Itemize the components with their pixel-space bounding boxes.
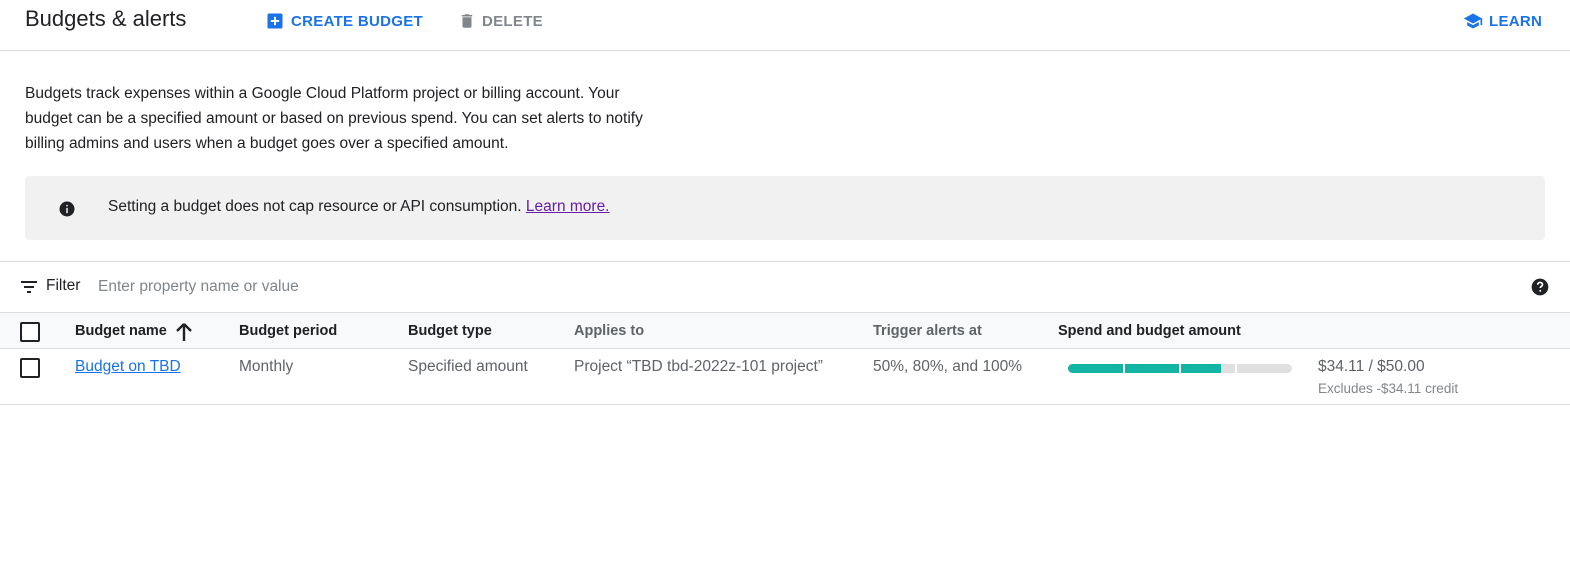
progress-segment-divider [1235,364,1237,373]
page-description: Budgets track expenses within a Google C… [25,85,643,152]
learn-label: LEARN [1489,12,1543,30]
spend-progress-fill [1068,364,1221,373]
add-box-icon [267,13,283,29]
filter-icon [21,281,37,293]
learn-button[interactable]: LEARN [1463,10,1542,32]
progress-segment-divider [1123,364,1125,373]
applies-to-cell: Project “TBD tbd-2022z-101 project” [574,358,823,375]
budget-period-cell: Monthly [239,358,294,375]
learn-more-link[interactable]: Learn more. [526,198,610,215]
info-icon [59,201,75,217]
column-budget-name[interactable]: Budget name [75,323,167,339]
delete-button[interactable]: DELETE [458,10,543,32]
row-checkbox[interactable] [20,358,40,378]
select-all-checkbox[interactable] [20,322,40,342]
trash-icon [461,14,473,28]
spend-progress-bar [1068,364,1292,373]
info-message-text: Setting a budget does not cap resource o… [108,198,522,215]
table-row: Budget on TBD Monthly Specified amount P… [0,349,1570,405]
filter-label: Filter [46,277,81,294]
page-title: Budgets & alerts [25,6,187,31]
delete-label: DELETE [482,12,543,30]
column-applies-to: Applies to [574,323,645,339]
trigger-alerts-cell: 50%, 80%, and 100% [873,358,1023,375]
budget-type-cell: Specified amount [408,358,528,375]
create-budget-label: CREATE BUDGET [291,12,423,30]
toolbar: Budgets & alerts CREATE BUDGET DELETE LE… [0,0,1570,51]
filter-input[interactable] [98,275,898,299]
arrow-upward-icon[interactable] [175,322,193,342]
column-budget-type: Budget type [408,323,492,339]
column-spend-amount: Spend and budget amount [1058,323,1241,339]
spend-amount: $34.11 / $50.00 [1318,358,1425,375]
info-message: Setting a budget does not cap resource o… [108,198,610,216]
column-budget-period: Budget period [239,323,338,339]
section-divider [0,261,1570,262]
school-icon [1463,13,1483,29]
create-budget-button[interactable]: CREATE BUDGET [265,10,423,32]
budget-name-link[interactable]: Budget on TBD [75,358,181,376]
column-trigger-alerts: Trigger alerts at [873,323,982,339]
table-header: Budget name Budget period Budget type Ap… [0,312,1570,349]
credit-note: Excludes -$34.11 credit [1318,381,1459,396]
help-icon[interactable] [1530,277,1550,297]
progress-segment-divider [1179,364,1181,373]
